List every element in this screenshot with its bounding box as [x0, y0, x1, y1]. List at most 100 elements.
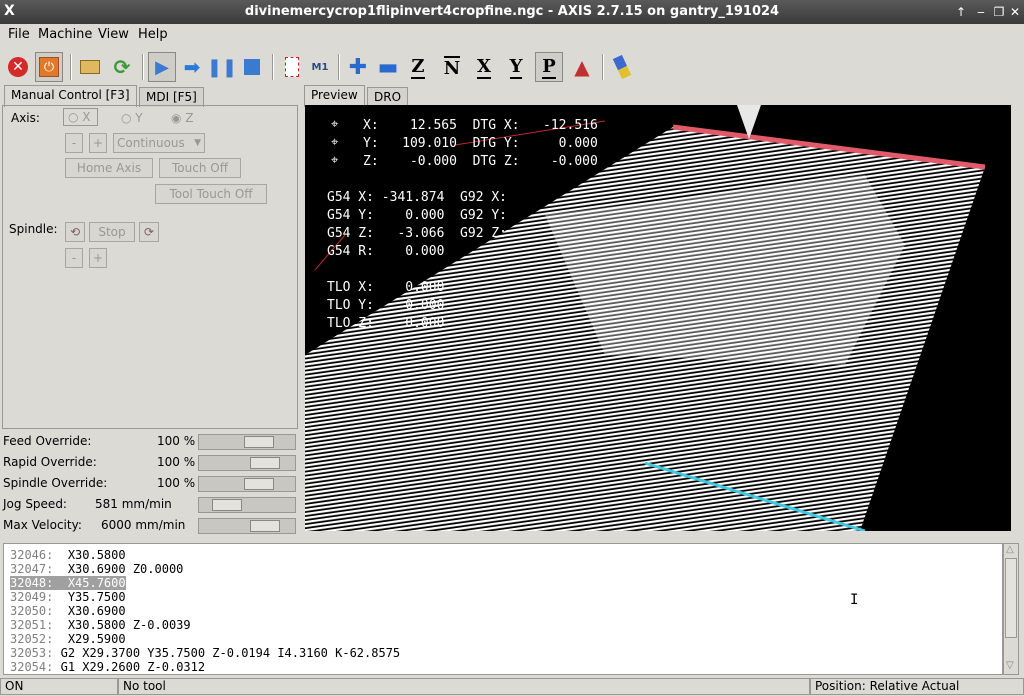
axis-x-radio[interactable]: ○ X [63, 108, 98, 126]
touch-off-button[interactable]: Touch Off [159, 158, 241, 178]
jog-speed-slider[interactable] [198, 497, 296, 513]
view-z-icon: Z [411, 55, 425, 79]
view-y-icon: Y [509, 55, 523, 79]
gcode-line[interactable]: 32050: X30.6900 [10, 604, 126, 618]
jog-plus-button[interactable]: + [89, 133, 107, 153]
pin-icon[interactable]: ↑ [952, 3, 970, 21]
jog-mode-select[interactable]: Continuous ▼ [113, 133, 205, 153]
gcode-scrollbar[interactable]: △ ▽ [1003, 543, 1019, 675]
gcode-line[interactable]: 32047: X30.6900 Z0.0000 [10, 562, 183, 576]
dro-row: TLO X: 0.000 [327, 280, 445, 295]
block-delete-icon [285, 57, 299, 77]
view-z2-icon: N [443, 55, 461, 79]
zoom-out-button[interactable]: ▬ [374, 52, 402, 82]
spindle-minus-button[interactable]: - [65, 248, 83, 268]
max-velocity-label: Max Velocity: [3, 518, 82, 532]
line-number: 32053: [10, 646, 54, 660]
tab-dro[interactable]: DRO [367, 87, 409, 107]
cone-icon: ▲ [574, 55, 590, 79]
open-file-button[interactable] [76, 52, 104, 82]
estop-button[interactable]: ✕ [4, 52, 32, 82]
menu-file[interactable]: File [8, 27, 30, 42]
tab-preview[interactable]: Preview [304, 85, 365, 107]
spindle-plus-button[interactable]: + [89, 248, 107, 268]
dro-row: Y: 109.010 DTG Y: 0.000 [363, 136, 598, 151]
tab-manual-control[interactable]: Manual Control [F3] [4, 85, 137, 107]
scroll-thumb[interactable] [1005, 558, 1017, 638]
line-text: X30.5800 Z-0.0039 [67, 618, 191, 632]
line-text: X30.6900 Z0.0000 [67, 562, 184, 576]
slider-thumb[interactable] [250, 457, 280, 469]
clear-plot-button[interactable] [608, 52, 636, 82]
axis-z-radio[interactable]: ◉ Z [171, 111, 194, 125]
spindle-override-slider[interactable] [198, 476, 296, 492]
pause-button[interactable]: ❚❚ [207, 52, 237, 82]
view-x-button[interactable]: X [470, 52, 498, 82]
line-text: X29.5900 [67, 632, 126, 646]
spindle-override-label: Spindle Override: [3, 476, 108, 490]
view-y-button[interactable]: Y [502, 52, 530, 82]
toolpath-preview[interactable]: ⌖ ⌖ ⌖ X: 12.565 DTG X: -12.516 Y: 109.01… [305, 105, 1011, 531]
gcode-listing[interactable]: 32046: X30.5800 32047: X30.6900 Z0.0000 … [3, 543, 1003, 675]
line-text: X30.6900 [67, 604, 126, 618]
max-velocity-value: 6000 mm/min [101, 518, 186, 532]
status-bar: ON No tool Position: Relative Actual [0, 677, 1024, 696]
power-button[interactable]: ⏻ [35, 52, 63, 82]
gcode-line[interactable]: 32053: G2 X29.3700 Y35.7500 Z-0.0194 I4.… [10, 646, 400, 660]
optional-stop-button[interactable]: M1 [306, 52, 334, 82]
minus-icon: ▬ [377, 54, 399, 80]
title-bar: X divinemercycrop1flipinvert4cropfine.ng… [0, 0, 1024, 24]
gcode-line[interactable]: 32049: Y35.7500 [10, 590, 126, 604]
toolbar-separator [338, 54, 340, 80]
rapid-override-slider[interactable] [198, 455, 296, 471]
slider-thumb[interactable] [212, 499, 242, 511]
gcode-line-selected[interactable]: 32048: X45.7600 [10, 576, 126, 590]
stop-icon [244, 59, 260, 75]
view-z-button[interactable]: Z [404, 52, 432, 82]
zoom-in-button[interactable]: ✚ [344, 52, 372, 82]
run-button[interactable]: ▶ [148, 52, 176, 82]
view-z2-button[interactable]: N [438, 52, 466, 82]
stop-button[interactable] [238, 52, 266, 82]
slider-thumb[interactable] [244, 436, 274, 448]
dro-overlay: ⌖ ⌖ ⌖ X: 12.565 DTG X: -12.516 Y: 109.01… [305, 105, 598, 331]
folder-icon [80, 60, 100, 74]
gcode-line[interactable]: 32046: X30.5800 [10, 548, 126, 562]
spindle-ccw-button[interactable]: ⟲ [65, 222, 85, 242]
feed-override-slider[interactable] [198, 434, 296, 450]
home-axis-button[interactable]: Home Axis [65, 158, 153, 178]
max-velocity-slider[interactable] [198, 518, 296, 534]
axis-y-radio[interactable]: ○ Y [121, 111, 143, 125]
line-text: G1 X29.2600 Z-0.0312 [60, 660, 206, 674]
rotate-view-button[interactable]: ▲ [568, 52, 596, 82]
spindle-cw-button[interactable]: ⟳ [139, 222, 159, 242]
minimize-icon[interactable]: ‒ [972, 3, 990, 21]
tab-mdi[interactable]: MDI [F5] [139, 87, 204, 107]
reload-button[interactable]: ⟳ [108, 52, 136, 82]
gcode-line[interactable]: 32052: X29.5900 [10, 632, 126, 646]
menu-view[interactable]: View [98, 27, 129, 42]
line-number: 32049: [10, 590, 54, 604]
view-p-button[interactable]: P [535, 52, 563, 82]
jog-speed-label: Jog Speed: [3, 497, 67, 511]
jog-minus-button[interactable]: - [65, 133, 83, 153]
step-arrow-icon: ➡ [183, 55, 201, 79]
block-delete-button[interactable] [278, 52, 306, 82]
feed-override-label: Feed Override: [3, 434, 92, 448]
step-button[interactable]: ➡ [178, 52, 206, 82]
spindle-stop-button[interactable]: Stop [89, 222, 135, 242]
slider-thumb[interactable] [250, 520, 280, 532]
menu-help[interactable]: Help [138, 27, 168, 42]
tool-touch-off-button[interactable]: Tool Touch Off [155, 184, 267, 204]
gcode-line[interactable]: 32054: G1 X29.2600 Z-0.0312 [10, 660, 205, 674]
axis-label: Axis: [11, 111, 40, 125]
close-window-icon[interactable]: ✕ [1006, 3, 1024, 21]
slider-thumb[interactable] [244, 478, 274, 490]
power-icon: ⏻ [39, 57, 59, 77]
axis-marker-y-icon: ⌖ [331, 135, 339, 150]
play-icon: ▶ [155, 56, 169, 78]
scroll-up-icon[interactable]: △ [1006, 544, 1014, 555]
scroll-down-icon[interactable]: ▽ [1006, 660, 1014, 671]
menu-machine[interactable]: Machine [38, 27, 92, 42]
gcode-line[interactable]: 32051: X30.5800 Z-0.0039 [10, 618, 191, 632]
